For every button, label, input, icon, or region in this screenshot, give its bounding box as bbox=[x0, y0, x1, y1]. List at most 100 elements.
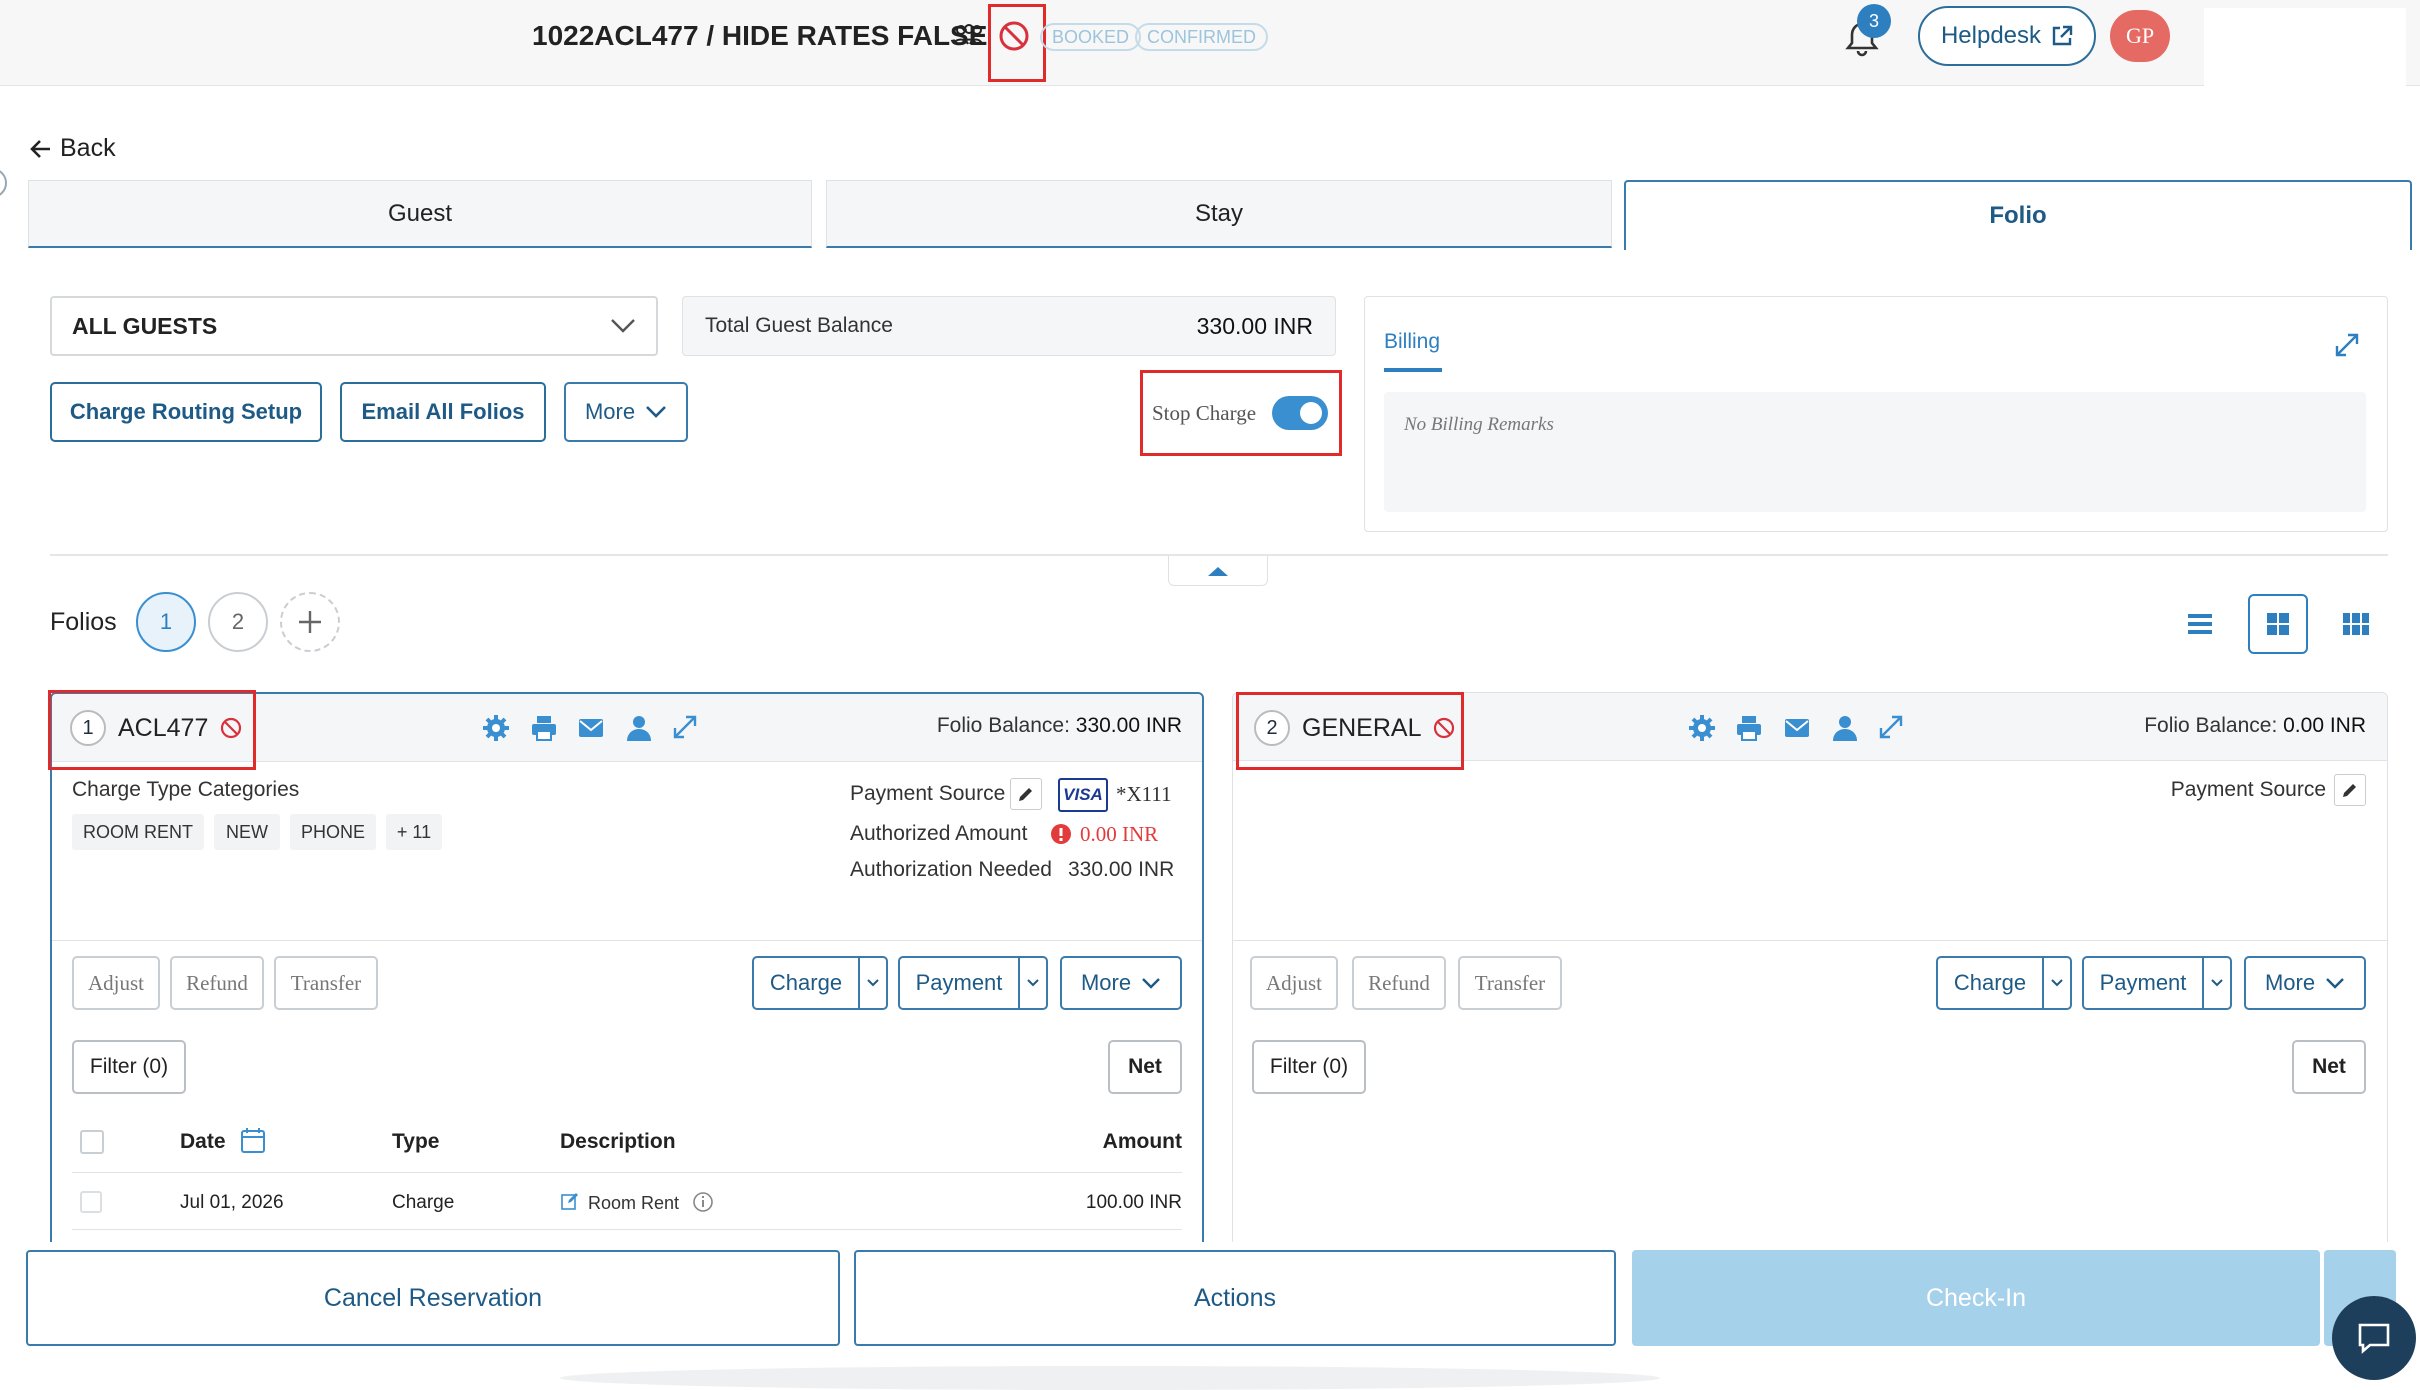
collapse-toggle[interactable] bbox=[1168, 556, 1268, 586]
caret-up-icon bbox=[1206, 565, 1230, 577]
visa-card-label: VISA bbox=[1063, 785, 1103, 804]
gear-icon[interactable] bbox=[482, 714, 510, 742]
external-link-icon bbox=[2051, 25, 2073, 47]
list-view-icon bbox=[2187, 612, 2213, 636]
chip-more-count[interactable]: + 11 bbox=[386, 814, 442, 850]
user-icon[interactable] bbox=[626, 714, 652, 742]
folio-selector-2[interactable]: 2 bbox=[208, 592, 268, 652]
folio-1-title: 1 ACL477 bbox=[70, 710, 242, 746]
row-amount: 100.00 INR bbox=[1085, 1192, 1182, 1213]
stop-charge-toggle[interactable] bbox=[1272, 396, 1329, 430]
folio-1-charge-dropdown[interactable] bbox=[858, 956, 888, 1010]
folio-1-payment-button[interactable]: Payment bbox=[898, 956, 1020, 1010]
col-amount-header: Amount bbox=[1102, 1130, 1182, 1153]
calendar-icon[interactable] bbox=[240, 1126, 266, 1154]
tab-stay[interactable]: Stay bbox=[826, 180, 1612, 248]
cancel-reservation-button[interactable]: Cancel Reservation bbox=[26, 1250, 840, 1346]
folio-1-refund-button[interactable]: Refund bbox=[170, 956, 264, 1010]
user-icon[interactable] bbox=[1832, 714, 1858, 742]
folios-label: Folios bbox=[50, 608, 117, 636]
info-icon[interactable] bbox=[692, 1191, 714, 1213]
folio-2-more-button[interactable]: More bbox=[2244, 956, 2366, 1010]
folio-selector-1[interactable]: 1 bbox=[136, 592, 196, 652]
footer-shadow bbox=[560, 1366, 1660, 1390]
table-header-divider bbox=[72, 1172, 1182, 1173]
row-description: Room Rent bbox=[588, 1193, 680, 1213]
view-compact-button[interactable] bbox=[2326, 594, 2386, 654]
tab-stay-label: Stay bbox=[1194, 199, 1244, 227]
back-link[interactable]: Back bbox=[28, 134, 116, 163]
checkin-button[interactable]: Check-In bbox=[1632, 1250, 2320, 1346]
guest-select[interactable]: ALL GUESTS bbox=[50, 296, 658, 356]
chat-bubble-button[interactable] bbox=[2332, 1296, 2416, 1380]
folio-2-payment-button[interactable]: Payment bbox=[2082, 956, 2204, 1010]
tab-folio[interactable]: Folio bbox=[1624, 180, 2412, 250]
folio-2-charge-dropdown[interactable] bbox=[2042, 956, 2072, 1010]
tab-folio-label: Folio bbox=[1989, 202, 2047, 229]
folio-2-adjust-button[interactable]: Adjust bbox=[1250, 956, 1338, 1010]
billing-tab[interactable]: Billing bbox=[1384, 330, 1442, 372]
print-icon[interactable] bbox=[530, 714, 558, 742]
print-icon[interactable] bbox=[1735, 714, 1763, 742]
folio-2-edit-payment-source-button[interactable] bbox=[2334, 774, 2366, 806]
col-type-header: Type bbox=[392, 1130, 440, 1153]
tab-guest-label: Guest bbox=[387, 199, 453, 227]
status-badge-booked: BOOKED bbox=[1040, 23, 1142, 51]
view-grid-button[interactable] bbox=[2248, 594, 2308, 654]
reservation-title: 1022ACL477 / HIDE RATES FALSE bbox=[532, 20, 987, 52]
charge-routing-setup-button[interactable]: Charge Routing Setup bbox=[50, 382, 322, 442]
gear-icon[interactable] bbox=[1688, 714, 1716, 742]
select-all-checkbox[interactable] bbox=[80, 1130, 104, 1154]
folio-1-charge-button[interactable]: Charge bbox=[752, 956, 860, 1010]
expand-icon[interactable] bbox=[1878, 714, 1904, 740]
folio-2-filter-button[interactable]: Filter (0) bbox=[1252, 1040, 1366, 1094]
expand-icon[interactable] bbox=[672, 714, 698, 740]
folio-1-payment-dropdown[interactable] bbox=[1018, 956, 1048, 1010]
payment-source-label: Payment Source bbox=[850, 782, 1006, 805]
email-all-folios-button[interactable]: Email All Folios bbox=[340, 382, 546, 442]
mail-icon[interactable] bbox=[1783, 714, 1811, 742]
col-description-header: Description bbox=[560, 1130, 676, 1153]
folio-2-net-button[interactable]: Net bbox=[2292, 1040, 2366, 1094]
edit-note-icon[interactable] bbox=[560, 1191, 580, 1211]
chat-icon bbox=[2357, 1322, 2391, 1354]
folio-1-charge-label: Charge bbox=[769, 970, 843, 995]
folio-1-net-button[interactable]: Net bbox=[1108, 1040, 1182, 1094]
cancel-reservation-label: Cancel Reservation bbox=[323, 1283, 543, 1312]
alert-icon bbox=[1050, 823, 1072, 845]
folio-2-charge-button[interactable]: Charge bbox=[1936, 956, 2044, 1010]
folio-1-more-button[interactable]: More bbox=[1060, 956, 1182, 1010]
folio-2-refund-button[interactable]: Refund bbox=[1352, 956, 1446, 1010]
more-actions-label: More bbox=[584, 399, 636, 424]
more-actions-button[interactable]: More bbox=[564, 382, 688, 442]
folio-1-filter-button[interactable]: Filter (0) bbox=[72, 1040, 186, 1094]
tab-guest[interactable]: Guest bbox=[28, 180, 812, 248]
folio-2-adjust-label: Adjust bbox=[1265, 970, 1322, 995]
folio-2-net-label: Net bbox=[2312, 1055, 2346, 1078]
avatar[interactable]: GP bbox=[2110, 10, 2170, 62]
folio-1-adjust-button[interactable]: Adjust bbox=[72, 956, 160, 1010]
col-date-header[interactable]: Date bbox=[180, 1130, 226, 1154]
helpdesk-button[interactable]: Helpdesk bbox=[1918, 6, 2096, 66]
total-guest-balance: Total Guest Balance 330.00 INR bbox=[682, 296, 1336, 356]
blocked-icon[interactable] bbox=[998, 20, 1030, 52]
view-list-button[interactable] bbox=[2170, 594, 2230, 654]
folio-2-transfer-button[interactable]: Transfer bbox=[1458, 956, 1562, 1010]
add-folio-button[interactable] bbox=[280, 592, 340, 652]
chip-room-rent: ROOM RENT bbox=[72, 814, 204, 850]
folio-1-transfer-button[interactable]: Transfer bbox=[274, 956, 378, 1010]
collapse-handle-icon[interactable] bbox=[0, 166, 14, 200]
mail-icon[interactable] bbox=[577, 714, 605, 742]
row-checkbox[interactable] bbox=[80, 1191, 102, 1213]
folio-2-payment-dropdown[interactable] bbox=[2202, 956, 2232, 1010]
grid-view-icon bbox=[2266, 612, 2290, 636]
expand-icon[interactable] bbox=[2334, 332, 2360, 358]
status-badge-confirmed: CONFIRMED bbox=[1135, 23, 1268, 51]
plus-icon bbox=[297, 609, 323, 635]
stop-charge-label: Stop Charge bbox=[1152, 400, 1257, 425]
email-all-folios-label: Email All Folios bbox=[361, 399, 525, 424]
edit-payment-source-button[interactable] bbox=[1010, 778, 1042, 810]
actions-button[interactable]: Actions bbox=[854, 1250, 1616, 1346]
chip-phone: PHONE bbox=[290, 814, 376, 850]
pencil-icon bbox=[2341, 781, 2359, 799]
